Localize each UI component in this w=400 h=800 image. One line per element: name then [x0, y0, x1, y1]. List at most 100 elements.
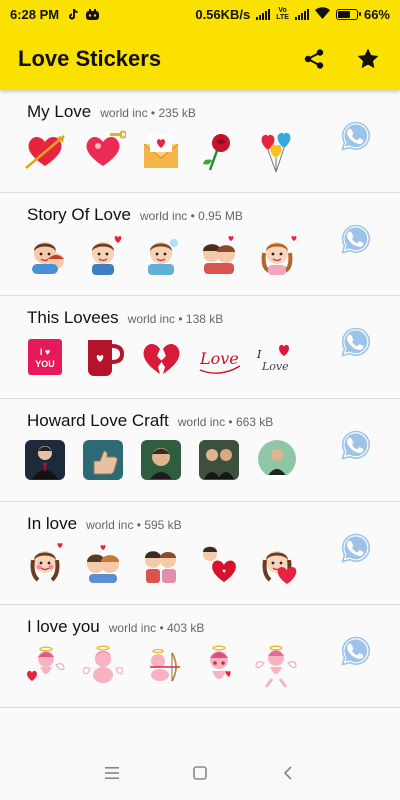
sticker-girl-blush [22, 540, 68, 586]
pack-header: Howard Love Craft world inc • 663 kB [27, 411, 273, 431]
game-icon [86, 8, 100, 21]
pack-meta: world inc • 235 kB [100, 106, 196, 120]
pack-meta: world inc • 0.95 MB [139, 209, 243, 223]
pack-header: In love world inc • 595 kB [27, 514, 182, 534]
add-to-whatsapp-button[interactable] [340, 326, 372, 358]
sticker-cupid-sitting [80, 643, 126, 689]
svg-text:I ♥: I ♥ [40, 347, 50, 357]
recents-button[interactable] [97, 758, 127, 788]
pack-meta: world inc • 403 kB [108, 621, 205, 635]
add-to-whatsapp-button[interactable] [340, 120, 372, 152]
sticker-pack-row[interactable]: I love you world inc • 403 kB [0, 605, 400, 708]
back-icon [283, 766, 292, 780]
sticker-cupid-bow [138, 643, 184, 689]
add-to-whatsapp-button[interactable] [340, 635, 372, 667]
back-button[interactable] [273, 758, 303, 788]
sticker-cupid-dancing [254, 643, 300, 689]
app-title: Love Stickers [18, 46, 162, 71]
sticker-love-script: Love [196, 334, 242, 380]
sticker-pack-row[interactable]: Story Of Love world inc • 0.95 MB [0, 193, 400, 296]
sticker-pack-row[interactable]: In love world inc • 595 kB ♥ [0, 502, 400, 605]
sticker-pack-row[interactable]: Howard Love Craft world inc • 663 kB [0, 399, 400, 502]
add-to-whatsapp-button[interactable] [340, 223, 372, 255]
sticker-couple-hearts [80, 540, 126, 586]
sticker-cupid-heart [22, 643, 68, 689]
pack-meta: world inc • 138 kB [127, 312, 224, 326]
svg-text:Love: Love [261, 360, 289, 373]
whatsapp-icon [340, 430, 372, 465]
whatsapp-icon [340, 121, 372, 156]
system-nav-bar [0, 746, 400, 800]
sticker-girl-hearts [254, 231, 300, 277]
sticker-man-head [138, 437, 184, 483]
pack-name: This Lovees [27, 308, 119, 327]
sticker-preview-row [22, 643, 300, 689]
share-icon [304, 49, 324, 69]
whatsapp-icon [340, 327, 372, 362]
whatsapp-icon [340, 636, 372, 671]
star-icon [357, 48, 379, 69]
sticker-heart-key [80, 128, 126, 174]
volte-top: Vo [278, 7, 287, 14]
volte-bottom: LTE [276, 14, 289, 21]
pack-name: My Love [27, 102, 92, 121]
sticker-love-letter [138, 128, 184, 174]
recents-icon [105, 767, 119, 779]
volte-icon: Vo LTE [276, 7, 289, 21]
add-to-whatsapp-button[interactable] [340, 532, 372, 564]
screen: 6:28 PM 0.56KB/s Vo LTE 66% Love Stickers [0, 0, 400, 800]
battery-icon [335, 8, 361, 20]
pack-name: I love you [27, 617, 100, 636]
sticker-love-mug [80, 334, 126, 380]
pack-meta: world inc • 663 kB [177, 415, 274, 429]
sticker-boy-heart [80, 231, 126, 277]
sticker-heart-arrow [22, 128, 68, 174]
sticker-pack-list[interactable]: My Love world inc • 235 kB Story Of Love… [0, 90, 400, 746]
sticker-preview-row [22, 437, 300, 483]
status-bar: 6:28 PM 0.56KB/s Vo LTE 66% [0, 0, 400, 28]
pack-header: I love you world inc • 403 kB [27, 617, 204, 637]
whatsapp-icon [340, 224, 372, 259]
share-button[interactable] [292, 37, 336, 81]
pack-header: My Love world inc • 235 kB [27, 102, 196, 122]
battery-fill [337, 10, 350, 18]
pack-header: This Lovees world inc • 138 kB [27, 308, 223, 328]
whatsapp-icon [340, 533, 372, 568]
signal-icon [256, 8, 271, 20]
sticker-cupid-blush [196, 643, 242, 689]
home-button[interactable] [185, 758, 215, 788]
app-bar: Love Stickers [0, 28, 400, 90]
pack-name: Story Of Love [27, 205, 131, 224]
svg-text:♥: ♥ [222, 569, 226, 575]
tiktok-icon [67, 8, 80, 21]
sticker-preview-row [22, 231, 300, 277]
sticker-two-men [196, 437, 242, 483]
sticker-preview-row: I ♥ YOU Love I Love [22, 334, 300, 380]
sticker-i-love-you-card: I ♥ YOU [22, 334, 68, 380]
sticker-pack-row[interactable]: This Lovees world inc • 138 kB I ♥ YOU Lov… [0, 296, 400, 399]
signal-icon-2 [294, 8, 309, 20]
pack-name: Howard Love Craft [27, 411, 169, 430]
sticker-rose [196, 128, 242, 174]
sticker-boy-thinking [138, 231, 184, 277]
wifi-icon [314, 6, 330, 22]
sticker-preview-row [22, 128, 300, 174]
status-time: 6:28 PM [10, 6, 60, 22]
add-to-whatsapp-button[interactable] [340, 429, 372, 461]
pack-meta: world inc • 595 kB [86, 518, 182, 532]
sticker-preview-row: ♥ [22, 540, 300, 586]
sticker-girl-heart [254, 540, 300, 586]
favorites-button[interactable] [346, 37, 390, 81]
pack-header: Story Of Love world inc • 0.95 MB [27, 205, 243, 225]
sticker-couple-heart-sign: ♥ [196, 540, 242, 586]
sticker-couple-hug [22, 231, 68, 277]
sticker-heart-balloons [254, 128, 300, 174]
network-speed: 0.56KB/s [195, 6, 251, 22]
sticker-love-script-2: I Love [254, 334, 300, 380]
sticker-man-portrait [254, 437, 300, 483]
sticker-thumbs-up [80, 437, 126, 483]
sticker-pack-row[interactable]: My Love world inc • 235 kB [0, 90, 400, 193]
battery-percent: 66% [363, 6, 390, 22]
sticker-man-suit [22, 437, 68, 483]
pack-name: In love [27, 514, 78, 533]
